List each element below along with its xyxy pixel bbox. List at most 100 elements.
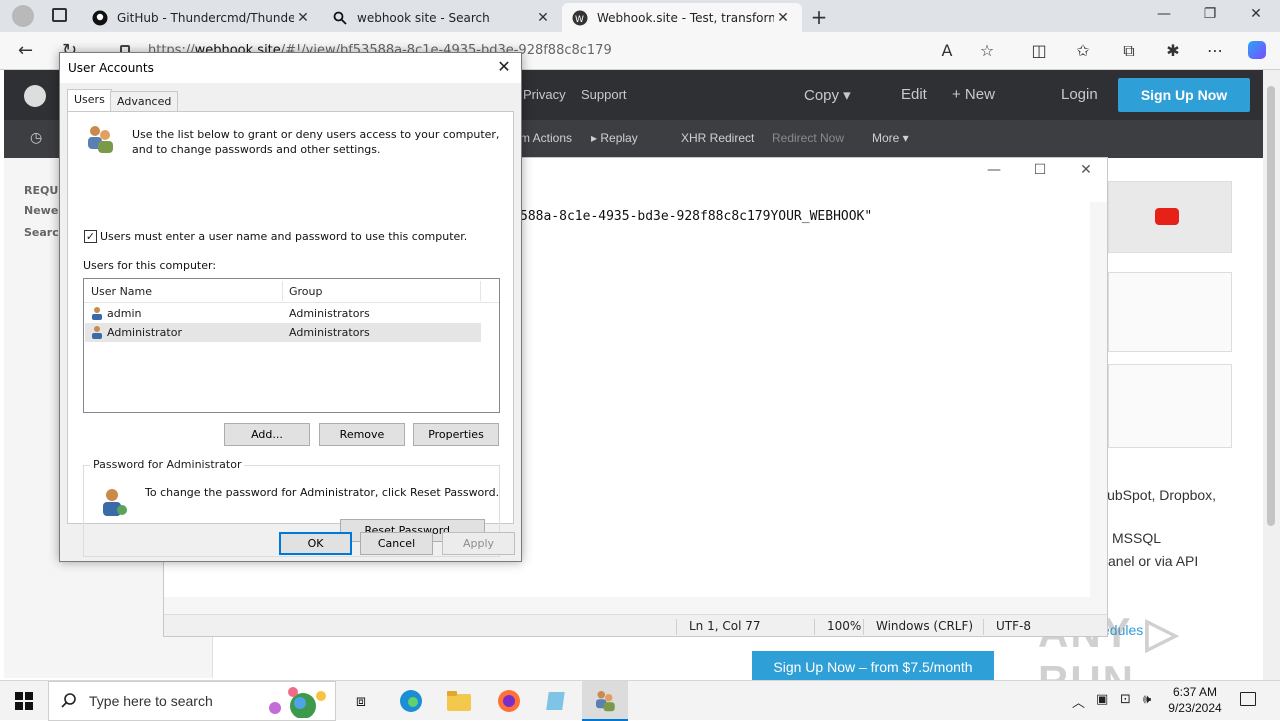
nav-copy[interactable]: Copy ▾ xyxy=(804,86,851,104)
new-tab-icon[interactable]: + xyxy=(808,5,830,29)
add-button[interactable]: Add... xyxy=(224,423,310,446)
page-scrollbar[interactable] xyxy=(1263,70,1280,680)
minimize-icon[interactable]: — xyxy=(971,162,1017,178)
collections-icon[interactable]: ⧉ xyxy=(1118,41,1140,61)
volume-icon[interactable]: 🕪 xyxy=(1143,692,1151,707)
ok-button[interactable]: OK xyxy=(279,532,352,555)
webhook-icon: W xyxy=(572,10,588,26)
close-window-icon[interactable]: ✕ xyxy=(1246,6,1266,22)
clock-date: 9/23/2024 xyxy=(1168,701,1222,715)
subnav-xhr-redirect[interactable]: XHR Redirect xyxy=(681,131,754,145)
device-icon[interactable]: ▣ xyxy=(1096,692,1108,707)
user-icon xyxy=(90,306,104,320)
notepad-icon[interactable] xyxy=(534,681,580,721)
site-logo-icon[interactable] xyxy=(24,85,46,107)
signup-button[interactable]: Sign Up Now xyxy=(1118,78,1250,112)
close-tab-icon[interactable]: ✕ xyxy=(294,10,312,26)
table-row[interactable]: admin Administrators xyxy=(85,304,481,323)
more-menu-icon[interactable]: ⋯ xyxy=(1204,41,1226,60)
subnav-actions[interactable]: m Actions xyxy=(520,131,572,145)
scroll-thumb[interactable] xyxy=(1267,86,1275,526)
users-group-icon xyxy=(84,122,116,154)
users-list[interactable]: User Name Group admin Administrators Adm… xyxy=(83,278,500,413)
taskbar-search-input[interactable]: Type here to search xyxy=(48,681,336,721)
edge-icon[interactable] xyxy=(388,681,434,721)
chevron-up-icon[interactable]: ︿ xyxy=(1072,692,1085,711)
zoom-level: 100% xyxy=(814,619,861,635)
remove-button[interactable]: Remove xyxy=(319,423,405,446)
task-view-icon[interactable]: ⧈ xyxy=(338,681,384,721)
close-icon[interactable]: ✕ xyxy=(1063,162,1109,178)
close-icon[interactable]: ✕ xyxy=(493,57,515,76)
tab-search[interactable]: webhook site - Search ✕ xyxy=(322,3,562,32)
tab-advanced[interactable]: Advanced xyxy=(110,91,179,111)
firefox-icon[interactable] xyxy=(486,681,532,721)
feature-text: lubSpot, Dropbox, xyxy=(1104,487,1217,503)
notifications-icon[interactable] xyxy=(1240,692,1256,706)
notepad-text[interactable]: 588a-8c1e-4935-bd3e-928f88c8c179YOUR_WEB… xyxy=(520,209,872,224)
properties-button[interactable]: Properties xyxy=(413,423,499,446)
signup-bottom-button[interactable]: Sign Up Now – from $7.5/month xyxy=(752,651,994,683)
network-icon[interactable]: ⊡ xyxy=(1120,692,1131,707)
table-row[interactable]: Administrator Administrators xyxy=(85,323,481,342)
taskbar: Type here to search ⧈ ︿ ▣ ⊡ 🕪 6:37 AM 9/… xyxy=(0,680,1280,721)
nav-privacy[interactable]: Privacy xyxy=(523,87,566,102)
back-icon[interactable]: ← xyxy=(18,40,33,61)
youtube-play-icon[interactable] xyxy=(1155,208,1179,225)
tab-actions-icon[interactable] xyxy=(52,8,67,22)
tab-users[interactable]: Users xyxy=(67,89,112,112)
cancel-button[interactable]: Cancel xyxy=(360,532,433,555)
user-key-icon xyxy=(98,486,130,518)
browser-tab-bar: GitHub - Thundercmd/ThunderS ✕ webhook s… xyxy=(0,0,1280,32)
copilot-icon[interactable] xyxy=(1246,41,1268,63)
notepad-hscrollbar[interactable] xyxy=(164,597,1107,614)
windows-start-icon[interactable] xyxy=(15,692,33,710)
column-divider[interactable] xyxy=(480,281,481,301)
column-divider[interactable] xyxy=(282,281,283,301)
column-user-name[interactable]: User Name xyxy=(91,285,152,298)
close-tab-icon[interactable]: ✕ xyxy=(534,10,552,26)
checkbox-label[interactable]: Users must enter a user name and passwor… xyxy=(100,230,467,243)
column-group[interactable]: Group xyxy=(289,285,323,298)
nav-new[interactable]: + New xyxy=(952,86,995,103)
favorite-star-icon[interactable]: ☆ xyxy=(976,41,998,60)
clock-icon[interactable]: ◷ xyxy=(30,129,42,146)
maximize-icon[interactable]: ☐ xyxy=(1017,162,1063,178)
search-highlight-icon xyxy=(263,686,329,719)
dialog-title: User Accounts xyxy=(68,61,154,75)
notepad-vscrollbar[interactable] xyxy=(1090,202,1107,598)
apply-button[interactable]: Apply xyxy=(442,532,515,555)
github-icon xyxy=(92,10,108,26)
nav-support[interactable]: Support xyxy=(581,87,627,102)
svg-text:W: W xyxy=(575,15,584,25)
require-password-checkbox[interactable]: ✓ xyxy=(84,230,97,243)
minimize-icon[interactable]: — xyxy=(1154,6,1174,22)
encoding: UTF-8 xyxy=(983,619,1031,635)
nav-login[interactable]: Login xyxy=(1061,86,1098,103)
extensions-icon[interactable]: ✱ xyxy=(1162,41,1184,60)
users-list-label: Users for this computer: xyxy=(83,259,217,272)
file-explorer-icon[interactable] xyxy=(436,681,482,721)
restore-icon[interactable]: ❐ xyxy=(1200,6,1220,22)
nav-edit[interactable]: Edit xyxy=(901,86,927,103)
split-screen-icon[interactable]: ◫ xyxy=(1028,41,1050,60)
password-group-label: Password for Administrator xyxy=(90,458,245,471)
favorites-icon[interactable]: ✩ xyxy=(1072,41,1094,60)
user-accounts-taskbar-icon[interactable] xyxy=(582,681,628,721)
read-aloud-icon[interactable]: A xyxy=(936,41,958,60)
subnav-replay[interactable]: ▸ Replay xyxy=(591,131,638,145)
signup-label: Sign Up Now xyxy=(1140,87,1228,103)
subnav-more[interactable]: More ▾ xyxy=(872,131,909,145)
cursor-position: Ln 1, Col 77 xyxy=(676,619,761,635)
search-icon xyxy=(332,10,348,26)
subnav-redirect-now[interactable]: Redirect Now xyxy=(772,131,844,145)
intro-text: Use the list below to grant or deny user… xyxy=(132,128,500,141)
close-tab-icon[interactable]: ✕ xyxy=(774,10,792,26)
tab-github[interactable]: GitHub - Thundercmd/ThunderS ✕ xyxy=(82,3,322,32)
signup-bottom-label: Sign Up Now – from $7.5/month xyxy=(773,659,973,675)
search-icon xyxy=(61,692,77,711)
profile-avatar-icon[interactable] xyxy=(12,5,34,27)
tab-webhook[interactable]: W Webhook.site - Test, transform ar ✕ xyxy=(562,3,802,32)
dialog-titlebar[interactable]: User Accounts ✕ xyxy=(60,53,521,83)
taskbar-clock[interactable]: 6:37 AM 9/23/2024 xyxy=(1168,684,1222,716)
